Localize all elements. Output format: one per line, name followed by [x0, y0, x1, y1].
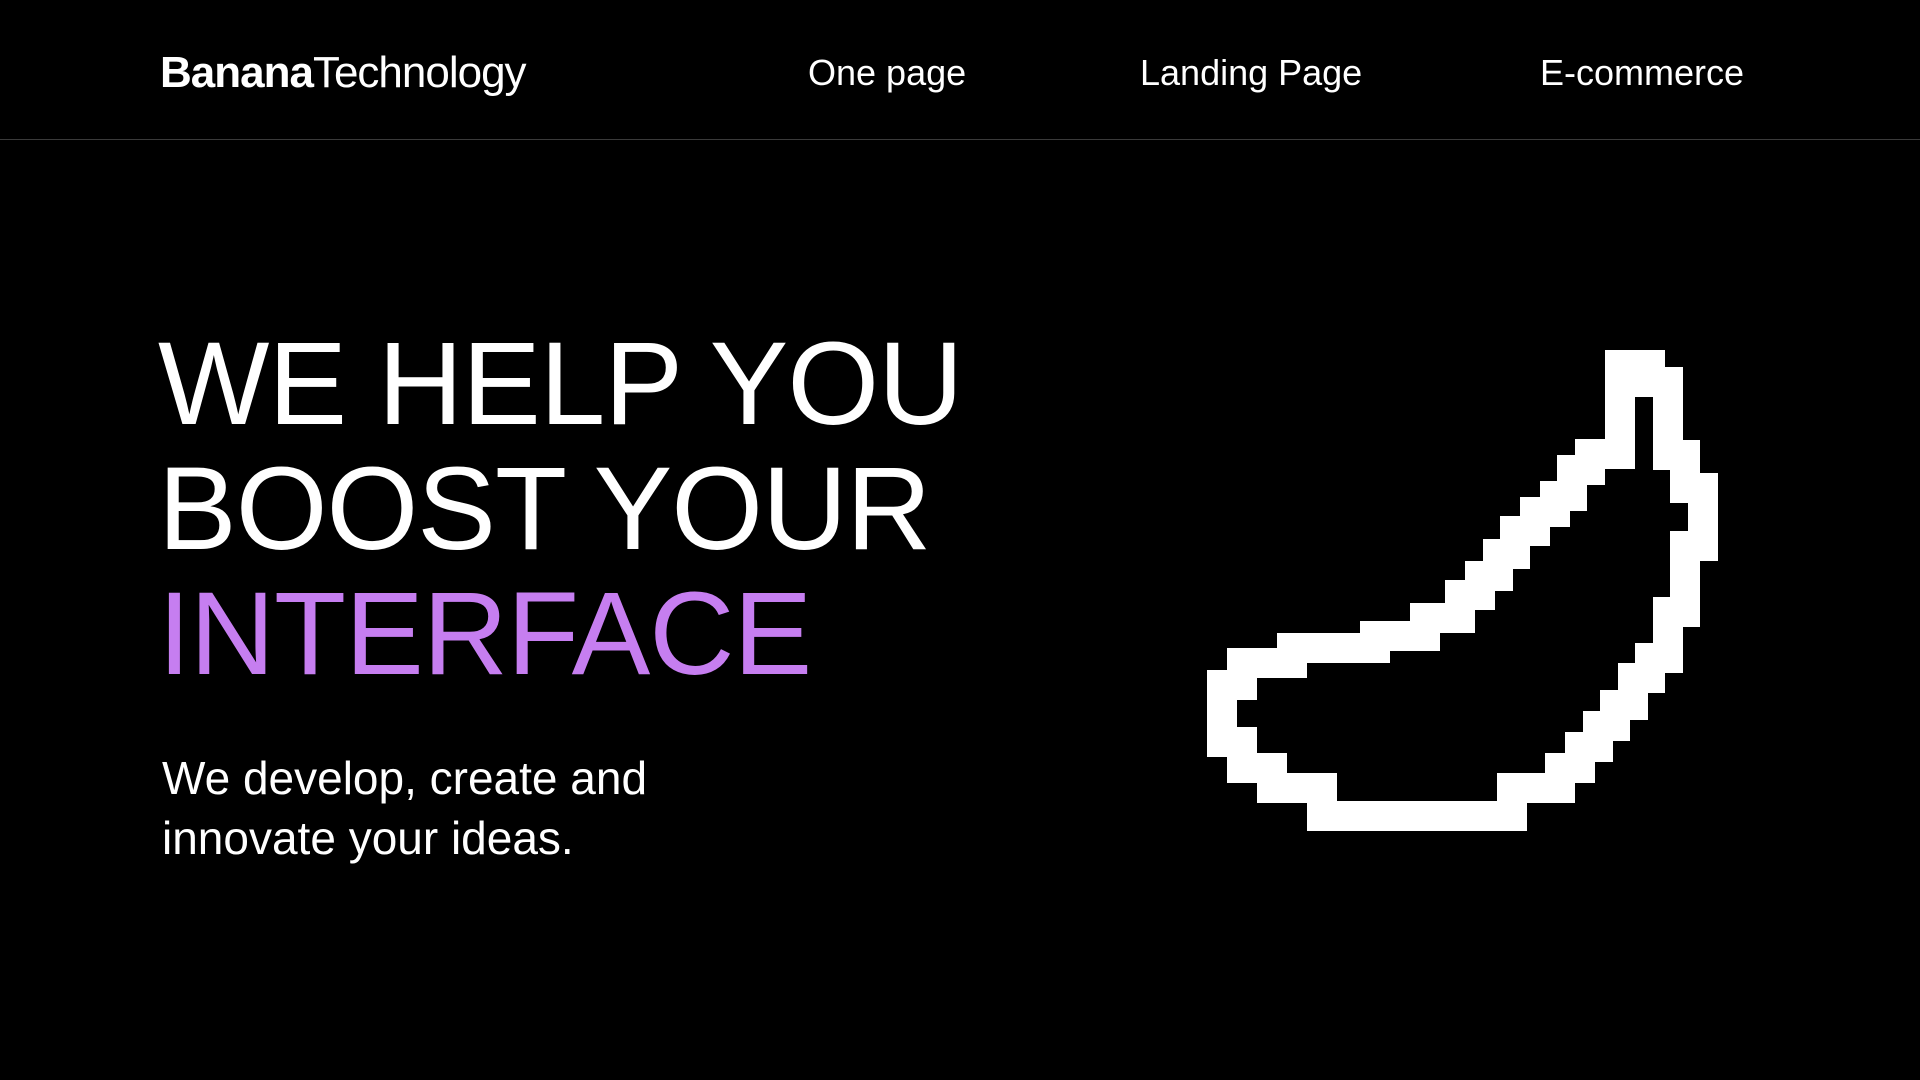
logo-wordmark-bold: Banana — [160, 48, 314, 97]
hero-title-line-2: BOOST YOUR — [158, 443, 932, 575]
nav-link-landing-page[interactable]: Landing Page — [1140, 52, 1362, 94]
hero-title-line-1: WE HELP YOU — [158, 318, 963, 450]
landing-page: BananaTechnology One page Landing Page E… — [0, 0, 1920, 1080]
pixel-banana-icon — [1207, 350, 1718, 831]
nav-link-one-page[interactable]: One page — [808, 52, 966, 94]
hero-subtitle: We develop, create and innovate your ide… — [162, 748, 802, 868]
brand-logo[interactable]: BananaTechnology — [160, 48, 527, 98]
site-header: BananaTechnology One page Landing Page E… — [0, 0, 1920, 140]
logo-wordmark-light: Technology — [312, 48, 527, 97]
hero-subtitle-line-1: We develop, create and — [162, 752, 648, 804]
hero-title: WE HELP YOU BOOST YOUR INTERFACE — [158, 318, 963, 700]
hero-title-line-3-accent: INTERFACE — [158, 568, 812, 700]
hero-subtitle-line-2: innovate your ideas. — [162, 812, 574, 864]
nav-link-e-commerce[interactable]: E-commerce — [1540, 52, 1744, 94]
